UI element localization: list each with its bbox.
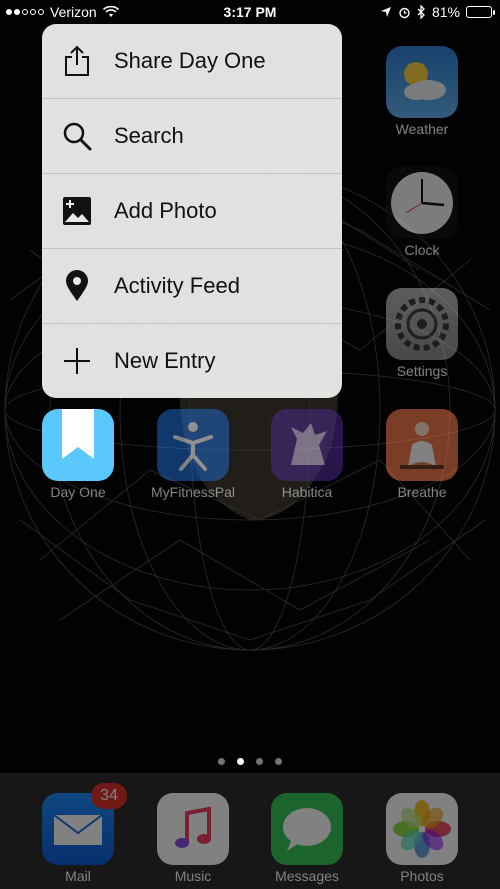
app-label: Day One [50,484,106,500]
app-breathe[interactable]: Breathe [385,409,459,500]
location-pin-icon [60,269,94,303]
app-label: Breathe [397,484,447,500]
weather-icon [386,46,458,118]
status-bar: Verizon 3:17 PM 81% [0,0,500,26]
app-label: Settings [396,363,448,379]
photos-icon [386,793,458,865]
app-label: Mail [65,868,91,884]
search-icon [60,119,94,153]
app-day-one[interactable]: Day One [41,409,115,500]
app-clock[interactable]: Clock [385,167,459,258]
app-myfitnesspal[interactable]: MyFitnessPal [151,409,235,500]
quick-action-label: Activity Feed [114,273,240,298]
plus-icon [60,344,94,378]
app-label: Habitica [281,484,333,500]
bookmark-icon [42,409,114,481]
app-music[interactable]: Music [156,793,230,884]
app-label: Clock [404,242,440,258]
app-label: MyFitnessPal [150,484,236,500]
app-habitica[interactable]: Habitica [270,409,344,500]
myfitnesspal-icon [157,409,229,481]
app-mail[interactable]: 34 Mail [41,783,127,884]
quick-action-activity-feed[interactable]: Activity Feed [42,249,342,324]
app-weather[interactable]: Weather [385,46,459,137]
quick-action-menu: Share Day One Search Add Photo Activity … [42,24,342,398]
share-icon [60,44,94,78]
messages-icon [271,793,343,865]
app-label: Messages [275,868,339,884]
app-settings[interactable]: Settings [385,288,459,379]
quick-action-add-photo[interactable]: Add Photo [42,174,342,249]
battery-icon [466,6,495,18]
battery-percent: 81% [431,4,460,20]
alarm-icon [399,7,410,18]
dock: 34 Mail Music Messages Photos [0,773,500,889]
bluetooth-icon [417,5,425,19]
music-icon [157,793,229,865]
page-indicator [0,758,500,765]
quick-action-share-day-one[interactable]: Share Day One [42,24,342,99]
quick-action-label: Share Day One [114,48,266,73]
page-dot-active [237,758,244,765]
app-label: Music [174,868,212,884]
quick-action-label: Add Photo [114,198,217,223]
status-right: 81% [380,4,495,20]
settings-icon [386,288,458,360]
app-messages[interactable]: Messages [270,793,344,884]
app-label: Photos [400,868,444,884]
mail-badge: 34 [91,783,127,809]
page-dot [275,758,282,765]
page-dot [256,758,263,765]
location-arrow-icon [380,7,391,17]
quick-action-search[interactable]: Search [42,99,342,174]
habitica-icon [271,409,343,481]
app-photos[interactable]: Photos [385,793,459,884]
breathe-icon [386,409,458,481]
quick-action-label: New Entry [114,348,216,373]
app-label: Weather [395,121,449,137]
quick-action-label: Search [114,123,184,148]
add-photo-icon [60,194,94,228]
page-dot [218,758,225,765]
clock-icon [386,167,458,239]
quick-action-new-entry[interactable]: New Entry [42,324,342,398]
